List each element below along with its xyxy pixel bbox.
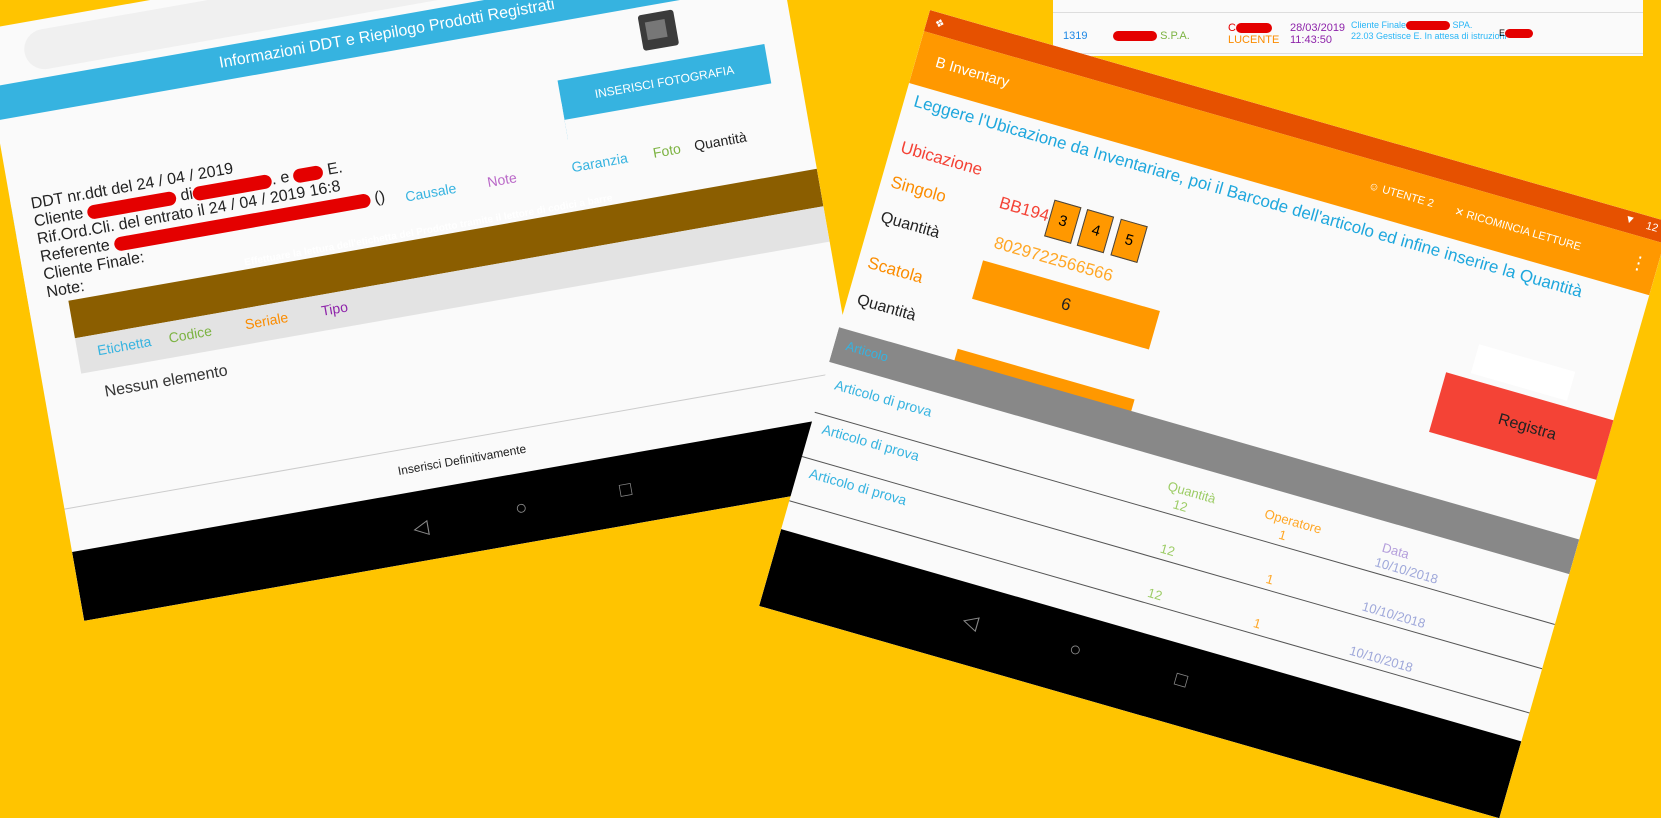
insert-photo-button[interactable]: INSERISCI FOTOGRAFIA <box>557 44 772 120</box>
column-header: Articolo <box>844 338 891 365</box>
status-time: 12 <box>1644 219 1660 235</box>
back-icon[interactable]: ◁ <box>411 514 430 541</box>
user-button[interactable]: ☺ UTENTE 2 <box>1367 180 1435 210</box>
more-vert-icon[interactable]: ⋮ <box>1627 251 1650 276</box>
recents-icon[interactable]: □ <box>1172 668 1190 693</box>
empty-list-text: Nessun elemento <box>103 362 229 401</box>
background-list-strip: 1319 S.P.A. C LUCENTE 28/03/2019 11:43:50… <box>1053 0 1643 56</box>
quantita-label: Quantità <box>878 208 942 242</box>
row-datetime: 28/03/2019 11:43:50 <box>1290 22 1346 46</box>
recents-icon[interactable]: □ <box>618 478 634 503</box>
singolo-label: Singolo <box>888 172 949 207</box>
home-icon[interactable]: ○ <box>513 496 529 521</box>
list-item[interactable]: 1319 S.P.A. C LUCENTE 28/03/2019 11:43:50… <box>1053 20 1643 48</box>
left-tablet: ⋮ Informazioni DDT e Riepilogo Prodotti … <box>0 0 873 621</box>
ubicazione-value: BB194 <box>997 193 1052 226</box>
location-box[interactable]: 5 <box>1110 218 1148 263</box>
row-company: S.P.A. <box>1113 30 1190 42</box>
location-box[interactable]: 4 <box>1077 209 1115 254</box>
row-status: C LUCENTE <box>1228 22 1280 46</box>
row-id: 1319 <box>1063 30 1088 42</box>
photo-thumbnail[interactable] <box>637 9 680 52</box>
scatola-quantita-label: Quantità <box>854 291 918 325</box>
right-tablet: ❖ 12 ▼ B Inventary ☺ UTENTE 2 ✕ RICOMINC… <box>759 10 1661 818</box>
ubicazione-label: Ubicazione <box>898 137 985 180</box>
app-status-icon: ❖ <box>933 17 946 32</box>
home-icon[interactable]: ○ <box>1066 638 1084 663</box>
scatola-label: Scatola <box>865 253 926 287</box>
app-title: B Inventary <box>933 53 1012 92</box>
row-operator: E <box>1499 28 1534 39</box>
back-icon[interactable]: ◁ <box>960 607 982 635</box>
left-screen: ⋮ Informazioni DDT e Riepilogo Prodotti … <box>0 0 873 621</box>
right-screen: ❖ 12 ▼ B Inventary ☺ UTENTE 2 ✕ RICOMINC… <box>759 10 1661 818</box>
row-client: Cliente Finale SPA. 22.03 Gestisce E. In… <box>1351 20 1507 41</box>
wifi-icon: ▼ <box>1622 212 1637 228</box>
